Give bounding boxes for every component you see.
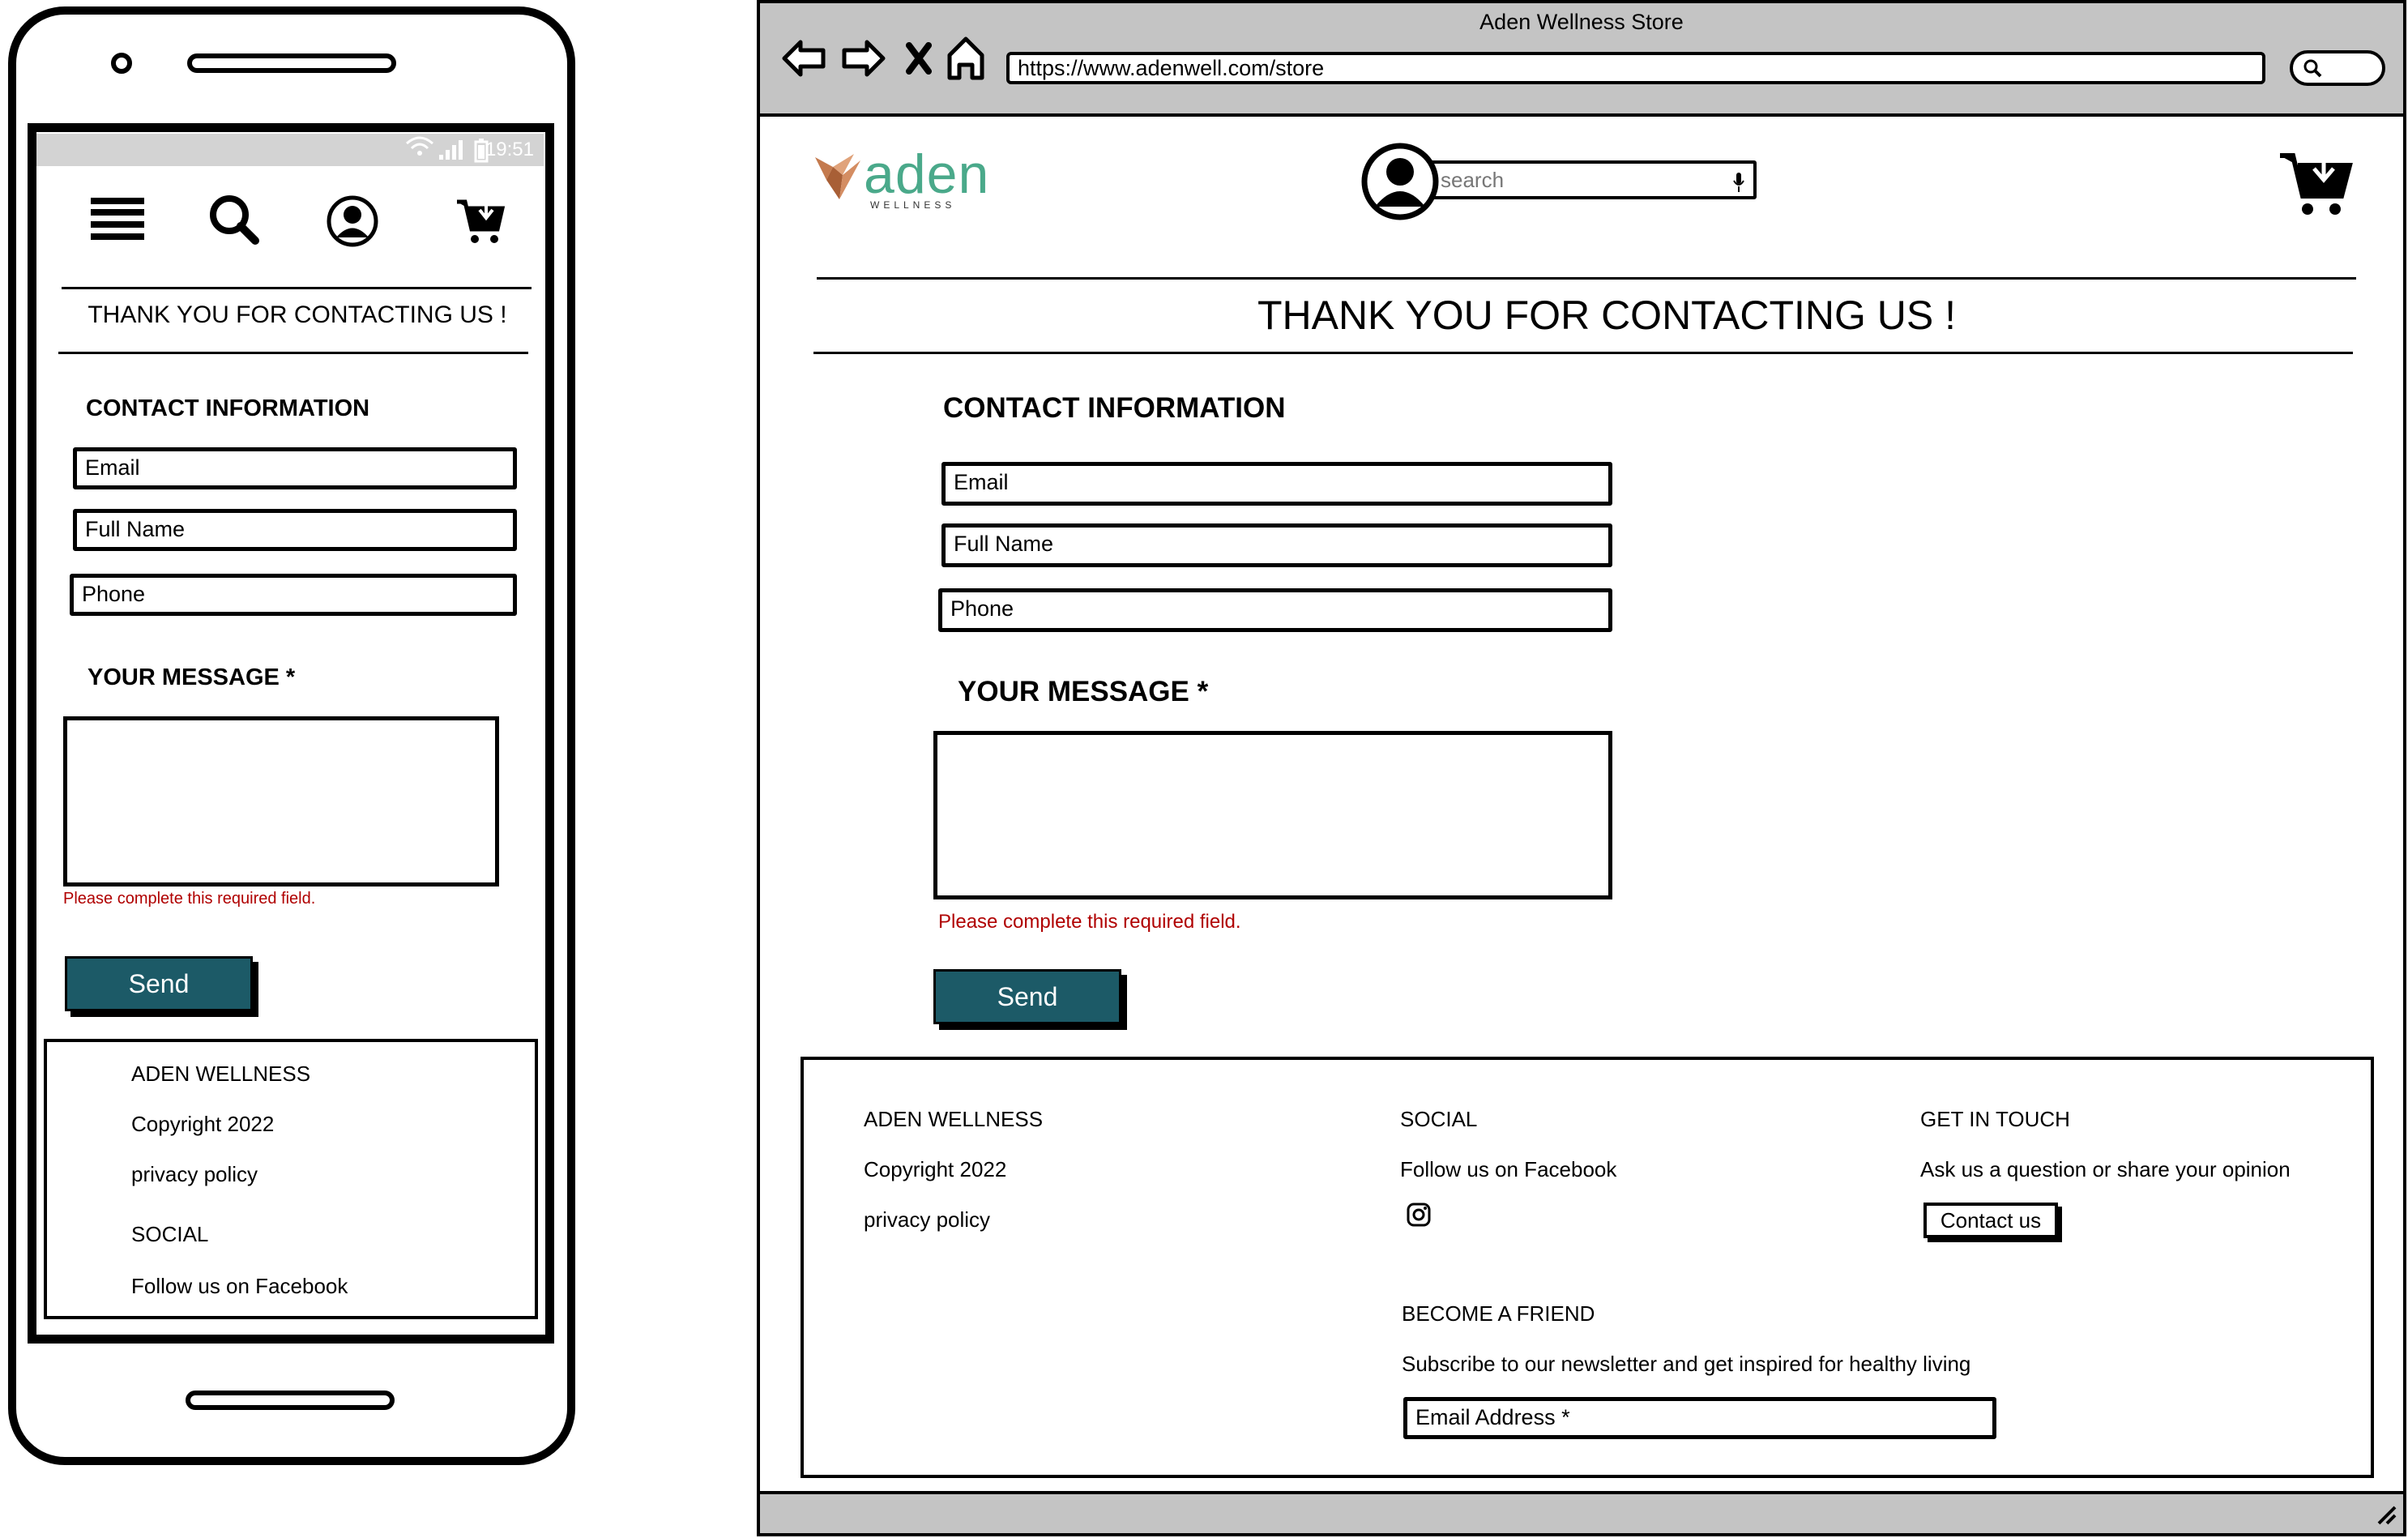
message-textarea[interactable] — [933, 731, 1612, 899]
heading-divider-top — [62, 287, 532, 289]
search-icon — [2303, 58, 2322, 82]
heading-divider-top — [817, 277, 2356, 280]
send-button[interactable]: Send — [933, 969, 1121, 1024]
user-account-icon[interactable] — [324, 193, 381, 250]
required-field-error: Please complete this required field. — [938, 911, 1241, 933]
heading-divider-bottom — [813, 352, 2353, 354]
wifi-icon — [405, 134, 434, 169]
message-textarea[interactable] — [63, 716, 499, 886]
footer-social-title: SOCIAL — [131, 1222, 209, 1246]
newsletter-text: Subscribe to our newsletter and get insp… — [1402, 1352, 1971, 1376]
footer-copyright: Copyright 2022 — [864, 1157, 1007, 1181]
phone-speaker — [187, 53, 396, 73]
hamburger-menu-icon[interactable] — [89, 194, 146, 243]
battery-icon — [474, 139, 489, 173]
origami-bird-icon — [815, 154, 860, 199]
footer-brand: ADEN WELLNESS — [864, 1107, 1044, 1131]
window-title: Aden Wellness Store — [1479, 10, 1684, 34]
footer-copyright: Copyright 2022 — [131, 1112, 275, 1136]
status-bar: 19:51 — [36, 134, 544, 166]
full-name-field[interactable]: Full Name — [73, 509, 517, 551]
forward-arrow-icon[interactable] — [839, 36, 888, 81]
search-icon[interactable] — [206, 191, 263, 248]
browser-search-pill[interactable] — [2290, 50, 2385, 86]
browser-status-bar — [760, 1491, 2403, 1533]
resize-grip-icon[interactable] — [2374, 1502, 2398, 1531]
close-icon[interactable] — [903, 39, 935, 78]
required-field-error: Please complete this required field. — [63, 890, 316, 908]
contact-info-heading: CONTACT INFORMATION — [943, 392, 1286, 424]
email-field[interactable]: Email — [941, 462, 1612, 506]
instagram-icon[interactable] — [1405, 1201, 1432, 1228]
page-title: THANK YOU FOR CONTACTING US ! — [1257, 293, 1957, 338]
email-field[interactable]: Email — [73, 447, 517, 489]
get-in-touch-title: GET IN TOUCH — [1920, 1107, 2070, 1131]
user-account-icon[interactable] — [1360, 141, 1441, 222]
signal-icon — [438, 139, 467, 172]
camera-icon — [111, 53, 132, 74]
full-name-field[interactable]: Full Name — [941, 523, 1612, 567]
phone-field[interactable]: Phone — [70, 574, 517, 616]
heading-divider-bottom — [58, 352, 528, 354]
contact-info-heading: CONTACT INFORMATION — [86, 395, 370, 421]
newsletter-email-field[interactable]: Email Address * — [1403, 1397, 1996, 1439]
home-button[interactable] — [186, 1391, 395, 1410]
search-input[interactable]: search — [1405, 160, 1757, 199]
back-arrow-icon[interactable] — [779, 36, 828, 81]
shopping-cart-icon[interactable] — [2277, 151, 2355, 219]
logo-wordmark: aden — [864, 143, 990, 205]
become-friend-title: BECOME A FRIEND — [1402, 1301, 1595, 1326]
status-time: 19:51 — [485, 139, 534, 160]
privacy-policy-link[interactable]: privacy policy — [131, 1162, 258, 1187]
aden-logo[interactable]: aden WELLNESS — [815, 143, 1018, 214]
phone-field[interactable]: Phone — [938, 588, 1612, 632]
privacy-policy-link[interactable]: privacy policy — [864, 1207, 990, 1233]
facebook-link[interactable]: Follow us on Facebook — [1400, 1157, 1616, 1182]
message-label: YOUR MESSAGE * — [88, 664, 296, 690]
shopping-cart-icon[interactable] — [452, 196, 509, 248]
search-placeholder: search — [1441, 168, 1505, 192]
address-bar[interactable]: https://www.adenwell.com/store — [1006, 52, 2265, 84]
message-label: YOUR MESSAGE * — [958, 676, 1209, 707]
footer-brand: ADEN WELLNESS — [131, 1062, 311, 1086]
home-icon[interactable] — [943, 34, 988, 83]
logo-tagline: WELLNESS — [870, 199, 956, 211]
page-title: THANK YOU FOR CONTACTING US ! — [88, 301, 507, 328]
facebook-link[interactable]: Follow us on Facebook — [131, 1274, 348, 1299]
get-in-touch-text: Ask us a question or share your opinion — [1920, 1157, 2291, 1181]
microphone-icon[interactable] — [1732, 170, 1745, 203]
contact-us-button[interactable]: Contact us — [1923, 1203, 2058, 1238]
footer-social-title: SOCIAL — [1400, 1107, 1478, 1131]
send-button[interactable]: Send — [65, 956, 253, 1011]
